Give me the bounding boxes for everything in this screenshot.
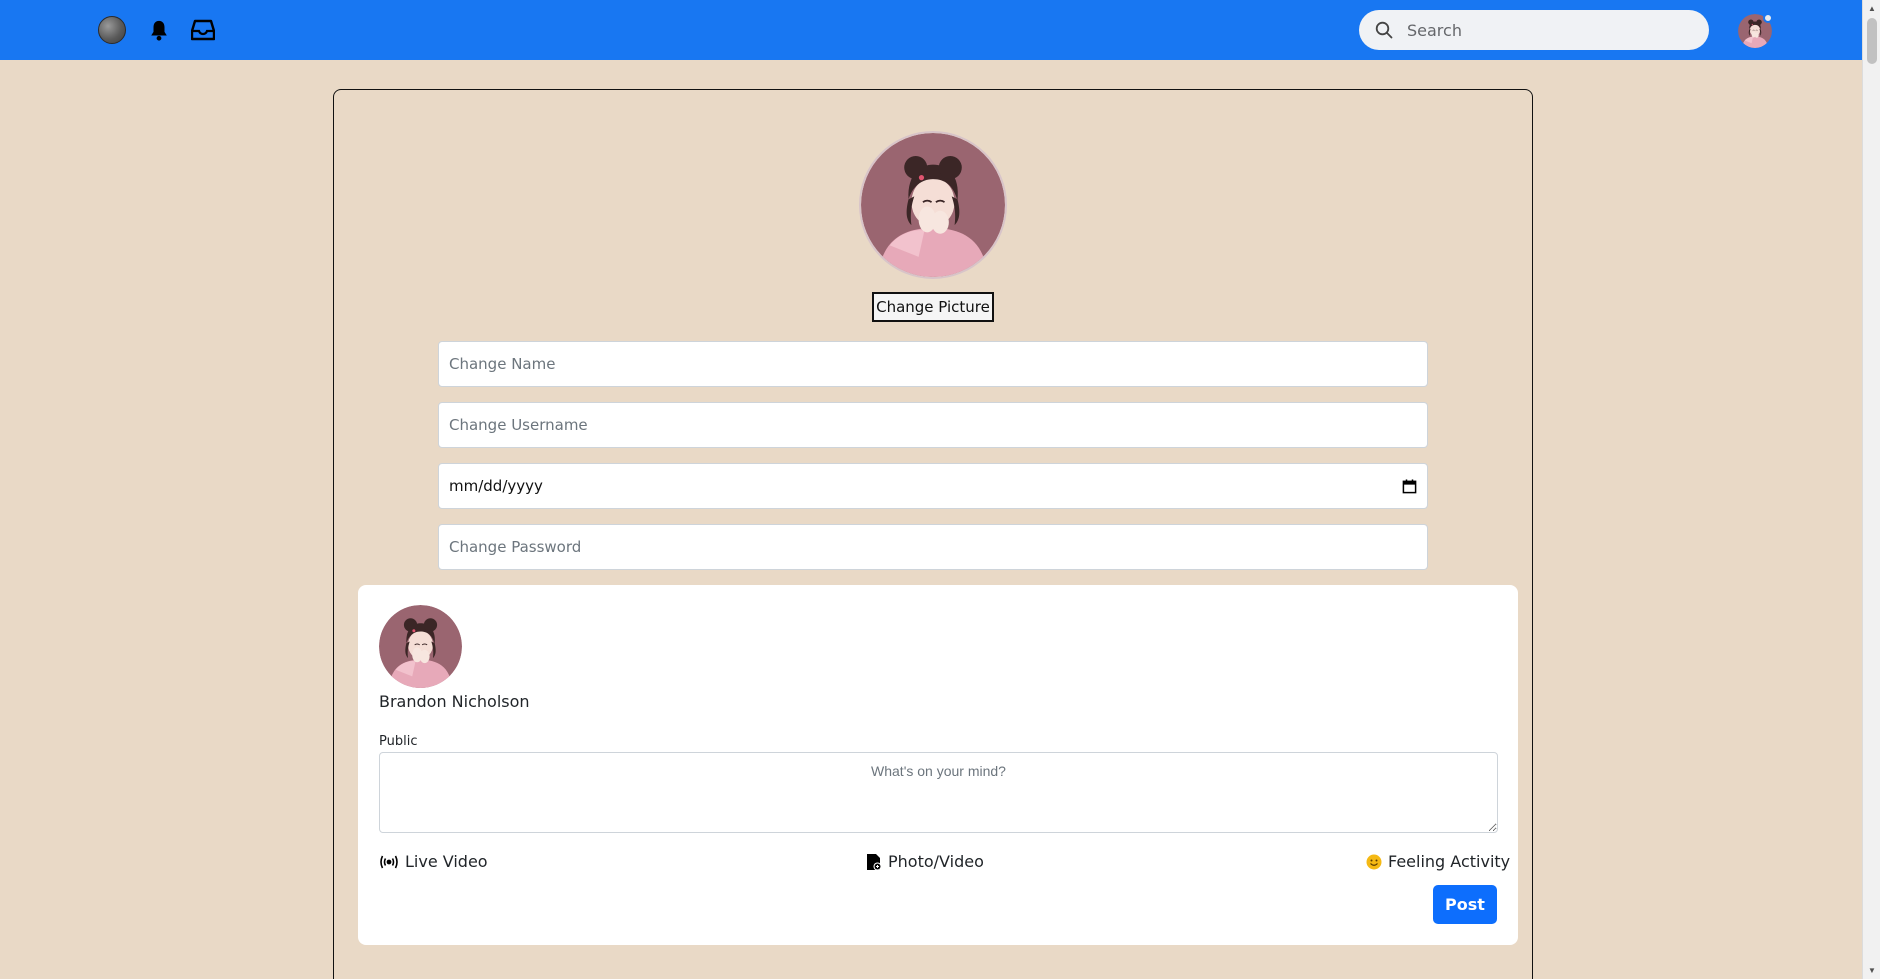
scroll-up-arrow-icon[interactable]: ▲ [1863,0,1880,17]
smiley-icon [1366,854,1382,870]
change-picture-button[interactable]: Change Picture [872,292,994,322]
change-name-input[interactable] [438,341,1428,387]
photo-video-label: Photo/Video [888,852,984,871]
online-status-dot [1763,13,1773,23]
change-username-input[interactable] [438,402,1428,448]
composer-user-name: Brandon Nicholson [379,692,530,711]
scroll-thumb[interactable] [1867,18,1877,64]
post-text-area[interactable] [379,752,1498,833]
search-icon [1375,21,1393,39]
post-button[interactable]: Post [1433,885,1497,924]
birthdate-value: mm/dd/yyyy [449,477,543,495]
audience-label[interactable]: Public [379,734,417,749]
scroll-down-arrow-icon[interactable]: ▼ [1863,962,1880,979]
bell-icon[interactable] [143,14,175,46]
calendar-icon[interactable] [1402,478,1417,494]
file-image-icon [866,853,882,871]
live-broadcast-icon [379,855,399,869]
change-password-input[interactable] [438,524,1428,570]
inbox-icon[interactable] [187,14,219,46]
birthdate-input[interactable]: mm/dd/yyyy [438,463,1428,509]
page-scrollbar[interactable]: ▲ ▼ [1862,0,1880,979]
live-video-button[interactable]: Live Video [379,852,488,871]
search-bar [1359,10,1709,50]
composer-avatar [379,605,462,688]
feeling-activity-button[interactable]: Feeling Activity [1366,852,1510,871]
photo-video-button[interactable]: Photo/Video [866,852,984,871]
feeling-activity-label: Feeling Activity [1388,852,1511,871]
profile-picture [859,131,1007,279]
live-video-label: Live Video [405,852,488,871]
globe-icon[interactable] [96,14,128,46]
search-input[interactable] [1407,10,1687,50]
